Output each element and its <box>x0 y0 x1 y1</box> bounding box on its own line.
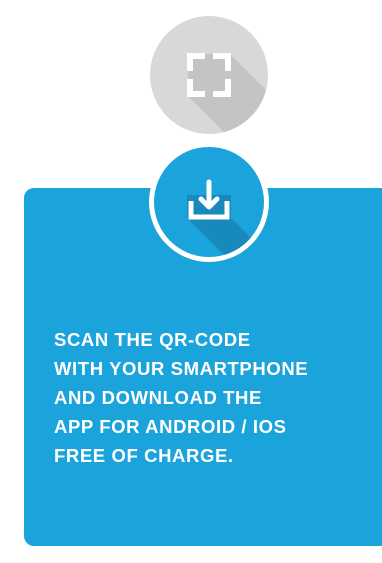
instructions-text: SCAN THE QR-CODE WITH YOUR SMARTPHONE AN… <box>54 325 382 470</box>
instructions-line-5: FREE OF CHARGE. <box>54 445 234 466</box>
instructions-line-4: APP FOR ANDROID / IOS <box>54 416 287 437</box>
instructions-line-1: SCAN THE QR-CODE <box>54 329 251 350</box>
download-icon[interactable] <box>154 147 264 257</box>
scan-frame-icon[interactable] <box>150 16 268 134</box>
instructions-line-2: WITH YOUR SMARTPHONE <box>54 358 309 379</box>
download-graphic <box>187 179 264 257</box>
scan-frame-graphic <box>187 53 268 134</box>
qr-download-promo: SCAN THE QR-CODE WITH YOUR SMARTPHONE AN… <box>0 0 382 563</box>
instructions-line-3: AND DOWNLOAD THE <box>54 387 262 408</box>
